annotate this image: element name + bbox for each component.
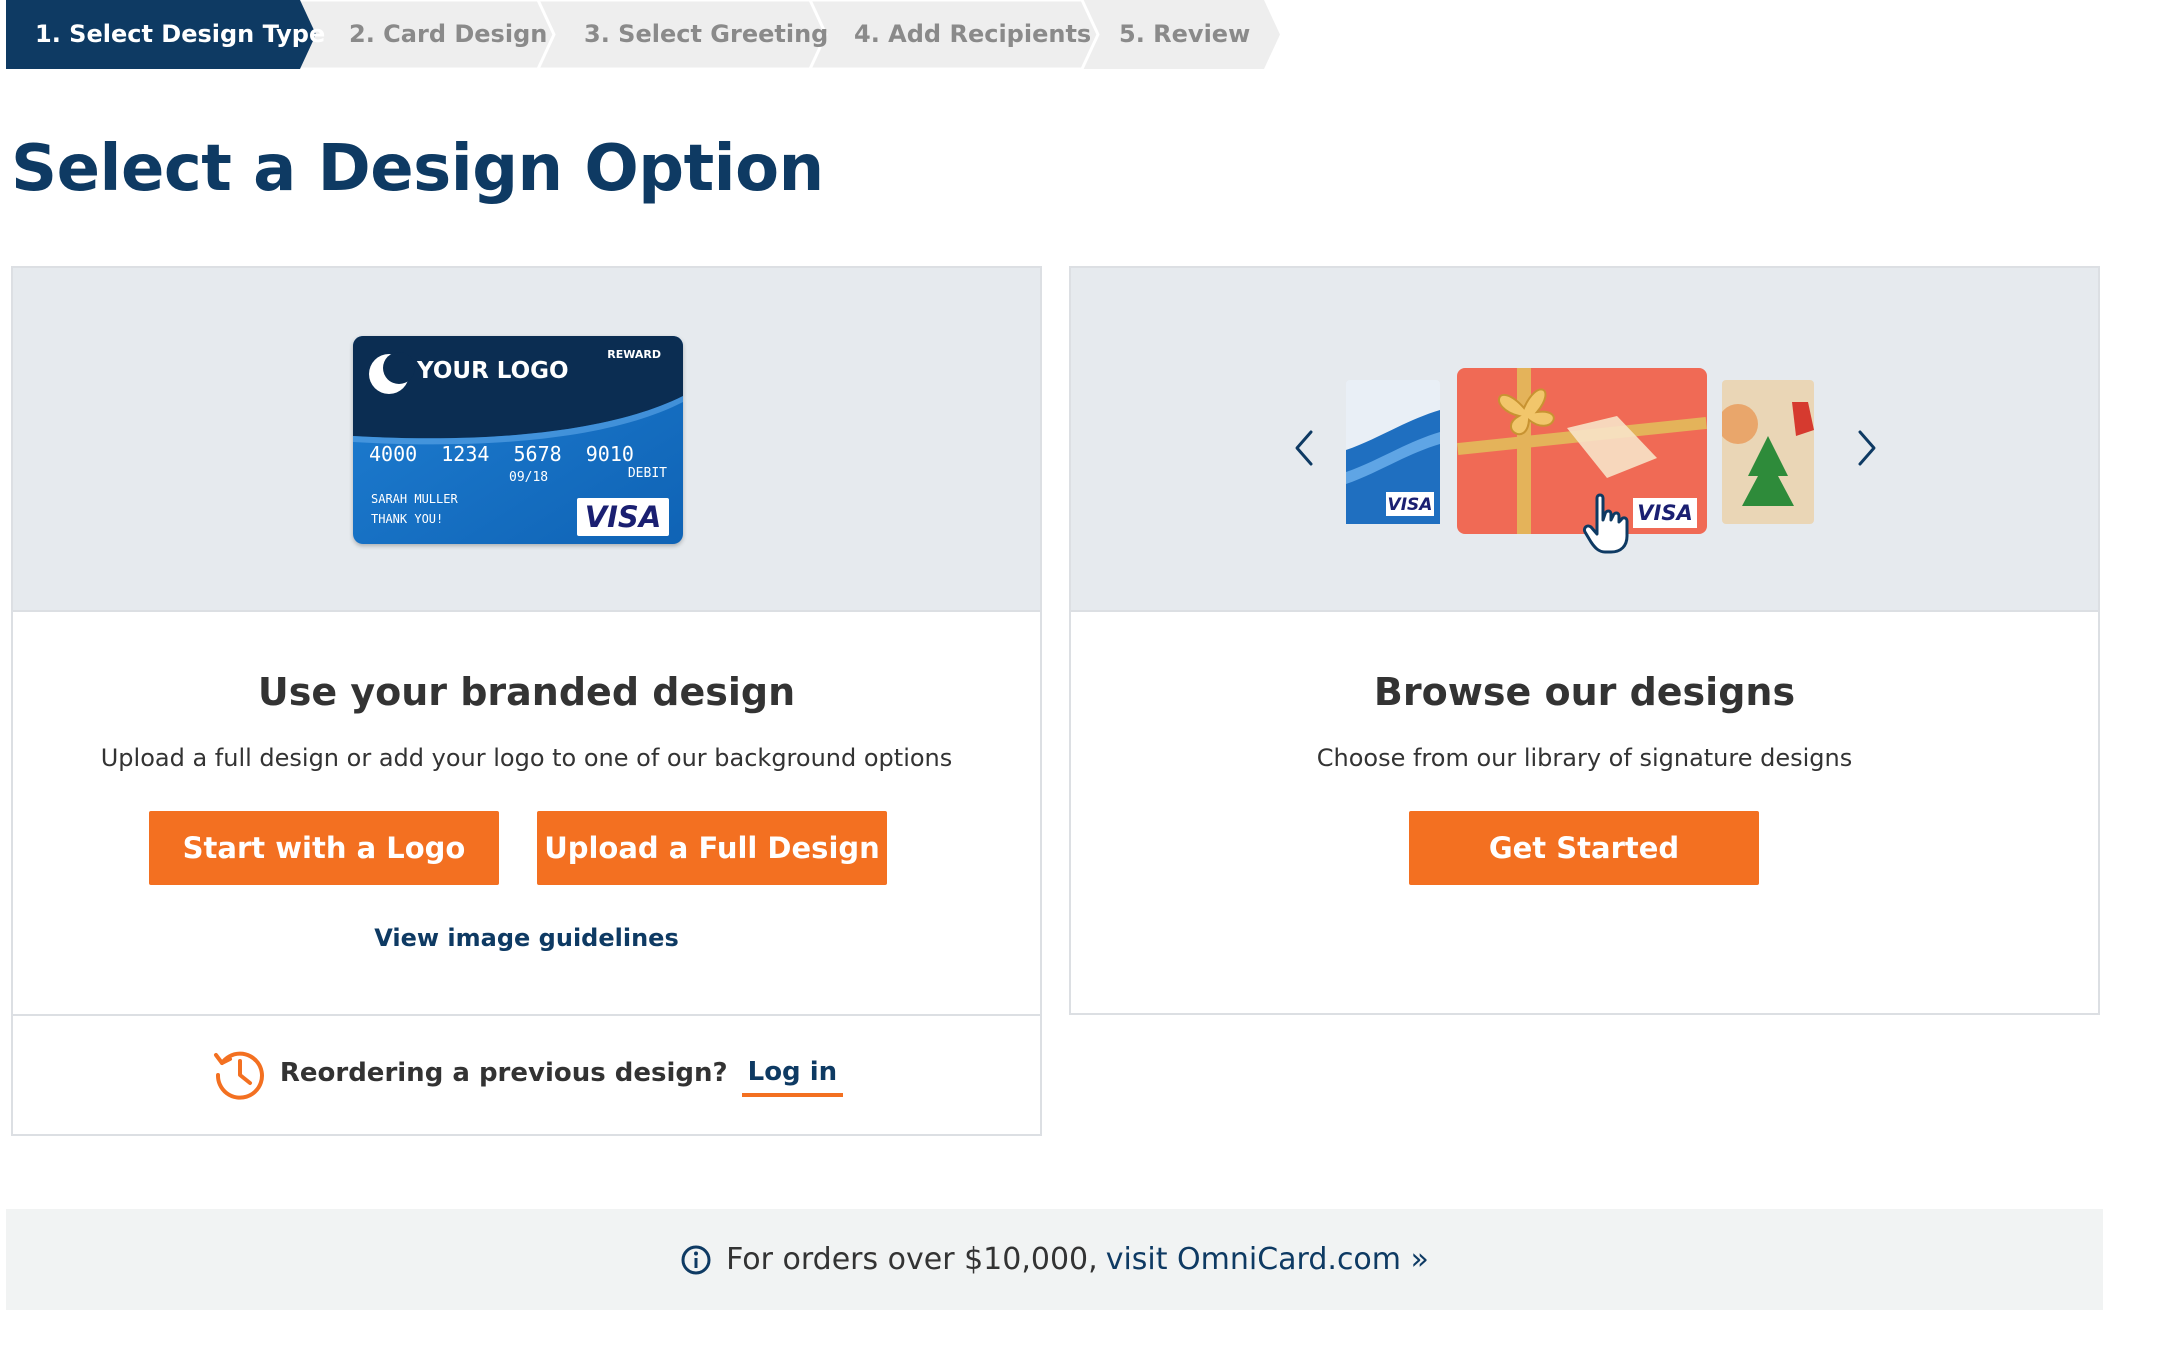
large-order-text: For orders over $10,000, bbox=[726, 1242, 1098, 1277]
branded-card-preview-area: YOUR LOGO REWARD 4000 1234 5678 9010 09/… bbox=[13, 268, 1040, 612]
card-name-line2: THANK YOU! bbox=[371, 512, 444, 526]
info-icon bbox=[681, 1245, 711, 1274]
reorder-prompt: Reordering a previous design? bbox=[279, 1058, 728, 1088]
panel-divider bbox=[13, 1014, 1040, 1016]
get-started-button[interactable]: Get Started bbox=[1409, 811, 1759, 885]
design-carousel-area: VISA VISA bbox=[1071, 268, 2098, 612]
chevron-left-icon bbox=[1295, 430, 1313, 466]
step-5-review[interactable]: 5. Review bbox=[1119, 0, 1250, 69]
design-thumbnail-holiday[interactable] bbox=[1722, 380, 1814, 524]
card-debit-label: DEBIT bbox=[627, 466, 667, 481]
progress-stepper: 1. Select Design Type 2. Card Design 3. … bbox=[6, 0, 1280, 69]
step-2-card-design[interactable]: 2. Card Design bbox=[349, 0, 547, 69]
branded-design-description: Upload a full design or add your logo to… bbox=[100, 744, 953, 772]
svg-text:VISA: VISA bbox=[1388, 495, 1433, 515]
view-image-guidelines-link[interactable]: View image guidelines bbox=[13, 924, 1040, 952]
step-4-add-recipients[interactable]: 4. Add Recipients bbox=[854, 0, 1091, 69]
card-logo-text: YOUR LOGO bbox=[417, 358, 569, 384]
branded-design-panel: YOUR LOGO REWARD 4000 1234 5678 9010 09/… bbox=[11, 266, 1042, 1136]
large-order-notice: For orders over $10,000, visit OmniCard.… bbox=[6, 1209, 2103, 1310]
card-name-line1: SARAH MULLER bbox=[371, 492, 458, 506]
carousel-next-button[interactable] bbox=[1846, 418, 1886, 478]
design-thumbnail-blue[interactable]: VISA bbox=[1346, 380, 1440, 524]
omnicard-link[interactable]: visit OmniCard.com » bbox=[1106, 1242, 1429, 1277]
sample-branded-card: YOUR LOGO REWARD 4000 1234 5678 9010 09/… bbox=[353, 336, 683, 544]
card-reward-label: REWARD bbox=[607, 348, 661, 361]
login-link[interactable]: Log in bbox=[741, 1057, 844, 1097]
design-carousel: VISA VISA bbox=[1071, 368, 2098, 554]
card-number: 4000 1234 5678 9010 bbox=[369, 442, 634, 466]
browse-designs-panel: VISA VISA Browse our designs Choose from… bbox=[1069, 266, 2100, 1015]
history-icon bbox=[213, 1051, 264, 1100]
page-title: Select a Design Option bbox=[11, 132, 824, 206]
visa-logo: VISA bbox=[584, 500, 662, 534]
step-1-select-design-type[interactable]: 1. Select Design Type bbox=[35, 0, 325, 69]
browse-designs-description: Choose from our library of signature des… bbox=[1316, 744, 1853, 772]
card-expiry: 09/18 bbox=[509, 470, 549, 485]
browse-designs-title: Browse our designs bbox=[1373, 670, 1796, 714]
carousel-prev-button[interactable] bbox=[1285, 418, 1325, 478]
start-with-logo-button[interactable]: Start with a Logo bbox=[149, 811, 499, 885]
chevron-right-icon bbox=[1858, 430, 1876, 466]
branded-design-title: Use your branded design bbox=[257, 670, 796, 714]
step-3-select-greeting[interactable]: 3. Select Greeting bbox=[584, 0, 828, 69]
reorder-row: Reordering a previous design? Log in bbox=[13, 1038, 1040, 1108]
hand-cursor-icon bbox=[1583, 493, 1629, 554]
svg-text:VISA: VISA bbox=[1637, 501, 1692, 525]
upload-full-design-button[interactable]: Upload a Full Design bbox=[537, 811, 887, 885]
